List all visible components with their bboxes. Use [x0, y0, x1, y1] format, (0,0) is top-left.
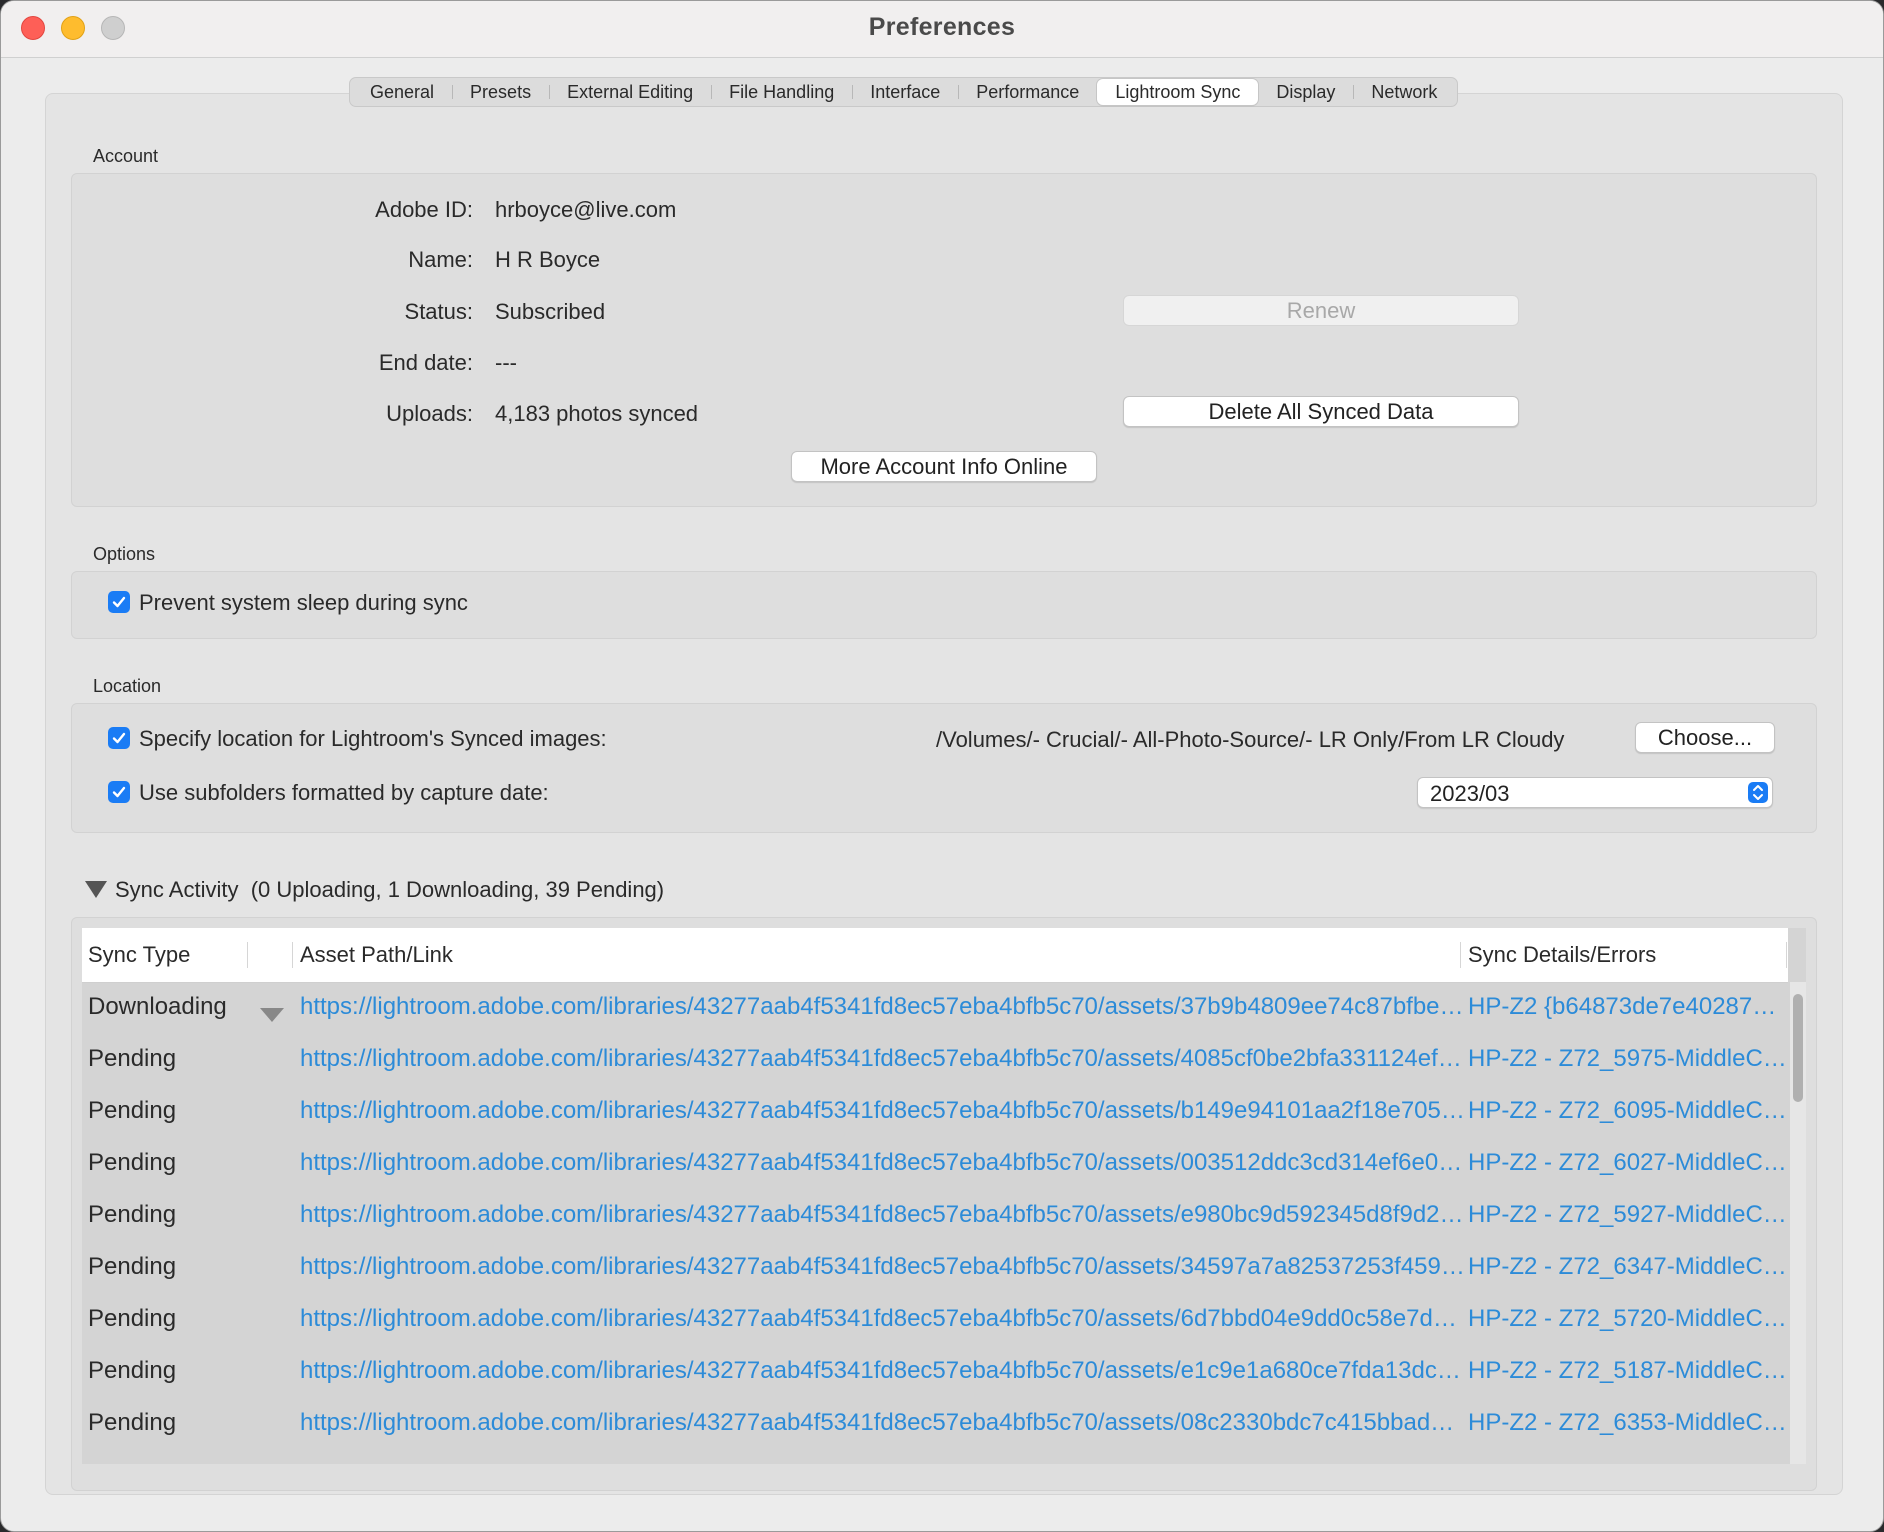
sync-details-link[interactable]: HP-Z2 - Z72_6095-MiddleCr...: [1468, 1097, 1788, 1125]
sync-details-link[interactable]: HP-Z2 {b64873de7e4028743a...: [1468, 993, 1788, 1021]
asset-link[interactable]: https://lightroom.adobe.com/libraries/43…: [300, 1305, 1466, 1333]
table-row[interactable]: Pending https://lightroom.adobe.com/libr…: [82, 1398, 1788, 1450]
renew-button[interactable]: Renew: [1123, 295, 1519, 326]
column-header-sync-details[interactable]: Sync Details/Errors: [1468, 942, 1656, 968]
uploads-value: 4,183 photos synced: [495, 401, 699, 426]
table-row[interactable]: Pending https://lightroom.adobe.com/libr…: [82, 1190, 1788, 1242]
sync-details-link[interactable]: HP-Z2 - Z72_6353-MiddleCre...: [1468, 1409, 1788, 1437]
date-format-value: 2023/03: [1430, 781, 1510, 806]
subfolders-label: Use subfolders formatted by capture date…: [139, 780, 549, 805]
asset-link[interactable]: https://lightroom.adobe.com/libraries/43…: [300, 1097, 1466, 1125]
asset-link[interactable]: https://lightroom.adobe.com/libraries/43…: [300, 1045, 1466, 1073]
name-label: Name:: [408, 247, 473, 272]
name-value: H R Boyce: [495, 247, 601, 272]
specify-location-label: Specify location for Lightroom's Synced …: [139, 726, 607, 751]
sync-details-link[interactable]: HP-Z2 - Z72_5720-MiddleCre...: [1468, 1305, 1788, 1333]
table-row[interactable]: Pending https://lightroom.adobe.com/libr…: [82, 1034, 1788, 1086]
asset-link[interactable]: https://lightroom.adobe.com/libraries/43…: [300, 993, 1466, 1021]
specify-location-checkbox[interactable]: [108, 727, 130, 749]
column-divider: [247, 942, 248, 968]
sync-details-link[interactable]: HP-Z2 - Z72_6347-MiddleCre...: [1468, 1253, 1788, 1281]
preferences-window: Preferences General Presets External Edi…: [0, 0, 1884, 1532]
chevron-down-icon[interactable]: [260, 1008, 284, 1022]
column-header-asset-path[interactable]: Asset Path/Link: [300, 942, 453, 968]
asset-link[interactable]: https://lightroom.adobe.com/libraries/43…: [300, 1201, 1466, 1229]
column-divider: [1786, 942, 1787, 968]
adobe-id-label: Adobe ID:: [375, 197, 473, 222]
uploads-label: Uploads:: [386, 401, 473, 426]
sync-type-cell: Pending: [88, 1045, 177, 1072]
title-bar: Preferences: [1, 1, 1883, 58]
sync-details-link[interactable]: HP-Z2 - Z72_5187-MiddleCre...: [1468, 1357, 1788, 1385]
sync-activity-label: Sync Activity: [115, 877, 239, 902]
table-row[interactable]: Pending https://lightroom.adobe.com/libr…: [82, 1138, 1788, 1190]
account-section-label: Account: [93, 146, 159, 166]
adobe-id-value: hrboyce@live.com: [495, 197, 677, 222]
tab-interface[interactable]: Interface: [852, 79, 958, 105]
checkmark-icon: [112, 786, 126, 798]
tab-bar: General Presets External Editing File Ha…: [349, 77, 1459, 107]
tab-presets[interactable]: Presets: [452, 79, 549, 105]
sync-location-path: /Volumes/- Crucial/- All-Photo-Source/- …: [936, 727, 1565, 752]
disclosure-triangle-icon[interactable]: [85, 881, 107, 898]
asset-link[interactable]: https://lightroom.adobe.com/libraries/43…: [300, 1357, 1466, 1385]
sync-details-link[interactable]: HP-Z2 - Z72_5975-MiddleCre...: [1468, 1045, 1788, 1073]
asset-link[interactable]: https://lightroom.adobe.com/libraries/43…: [300, 1409, 1466, 1437]
sync-activity-title: Sync Activity (0 Uploading, 1 Downloadin…: [115, 877, 664, 903]
tab-performance[interactable]: Performance: [958, 79, 1097, 105]
sync-type-cell: Pending: [88, 1305, 177, 1332]
table-row[interactable]: Pending https://lightroom.adobe.com/libr…: [82, 1242, 1788, 1294]
window-title: Preferences: [868, 13, 1016, 41]
end-date-value: ---: [495, 350, 517, 375]
sync-activity-table-body: Sync Type Asset Path/Link Sync Details/E…: [82, 928, 1806, 1464]
options-section-label: Options: [93, 544, 156, 564]
prevent-sleep-checkbox[interactable]: [108, 591, 130, 613]
table-row[interactable]: Pending https://lightroom.adobe.com/libr…: [82, 1086, 1788, 1138]
tab-lightroom-sync[interactable]: Lightroom Sync: [1097, 79, 1259, 105]
more-account-info-button[interactable]: More Account Info Online: [791, 451, 1097, 482]
delete-synced-data-button[interactable]: Delete All Synced Data: [1123, 396, 1519, 427]
column-divider: [1460, 942, 1461, 968]
sync-activity-summary: (0 Uploading, 1 Downloading, 39 Pending): [250, 877, 665, 902]
table-row[interactable]: Pending https://lightroom.adobe.com/libr…: [82, 1346, 1788, 1398]
sync-type-cell: Pending: [88, 1253, 177, 1280]
tab-external-editing[interactable]: External Editing: [549, 79, 711, 105]
prevent-sleep-label: Prevent system sleep during sync: [139, 590, 468, 615]
tab-network[interactable]: Network: [1353, 79, 1455, 105]
table-header: Sync Type Asset Path/Link Sync Details/E…: [82, 928, 1788, 983]
asset-link[interactable]: https://lightroom.adobe.com/libraries/43…: [300, 1149, 1466, 1177]
sync-type-cell: Downloading: [88, 993, 227, 1020]
end-date-label: End date:: [378, 350, 473, 375]
sync-type-cell: Pending: [88, 1409, 177, 1436]
table-row[interactable]: Pending https://lightroom.adobe.com/libr…: [82, 1294, 1788, 1346]
checkmark-icon: [112, 596, 126, 608]
location-group: [71, 703, 1817, 833]
sync-type-cell: Pending: [88, 1357, 177, 1384]
status-label: Status:: [404, 299, 473, 324]
sync-type-cell: Pending: [88, 1149, 177, 1176]
column-divider: [292, 942, 293, 968]
sync-details-link[interactable]: HP-Z2 - Z72_5927-MiddleCre...: [1468, 1201, 1788, 1229]
checkmark-icon: [112, 732, 126, 744]
date-format-select[interactable]: 2023/03: [1417, 777, 1773, 808]
up-down-chevron-icon: [1748, 782, 1768, 803]
status-value: Subscribed: [495, 299, 606, 324]
sync-type-cell: Pending: [88, 1097, 177, 1124]
scrollbar-thumb[interactable]: [1793, 994, 1803, 1102]
location-section-label: Location: [93, 676, 162, 696]
choose-location-button[interactable]: Choose...: [1635, 722, 1775, 753]
sync-details-link[interactable]: HP-Z2 - Z72_6027-MiddleCre...: [1468, 1149, 1788, 1177]
column-header-sync-type[interactable]: Sync Type: [88, 942, 190, 968]
vertical-scrollbar[interactable]: [1790, 982, 1806, 1464]
asset-link[interactable]: https://lightroom.adobe.com/libraries/43…: [300, 1253, 1466, 1281]
sync-activity-table: Sync Type Asset Path/Link Sync Details/E…: [71, 917, 1817, 1491]
tab-display[interactable]: Display: [1258, 79, 1353, 105]
tab-file-handling[interactable]: File Handling: [711, 79, 852, 105]
tab-general[interactable]: General: [352, 79, 452, 105]
sync-type-cell: Pending: [88, 1201, 177, 1228]
table-row[interactable]: Downloading https://lightroom.adobe.com/…: [82, 982, 1788, 1034]
subfolders-checkbox[interactable]: [108, 781, 130, 803]
